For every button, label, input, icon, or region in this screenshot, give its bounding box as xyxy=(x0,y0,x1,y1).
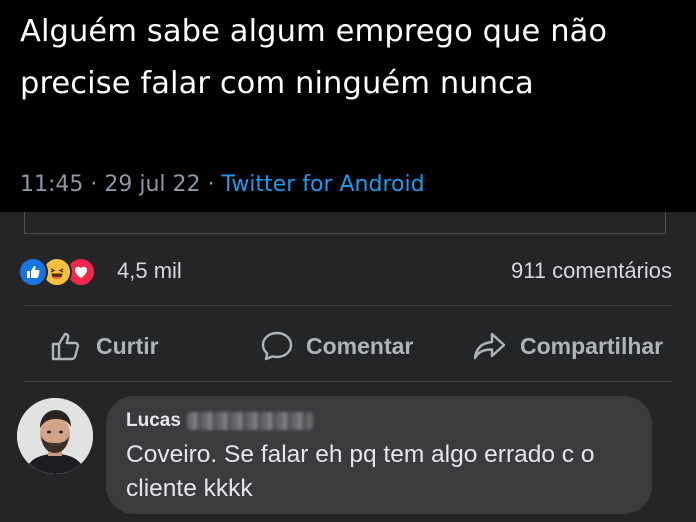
tweet-date: 29 jul 22 xyxy=(104,172,201,197)
thumbs-up-icon xyxy=(51,332,80,361)
comment-label: Comentar xyxy=(306,332,414,359)
comments-count[interactable]: 911 comentários xyxy=(511,258,672,284)
reaction-count[interactable]: 4,5 mil xyxy=(117,258,182,284)
divider xyxy=(24,381,672,382)
comment: Lucas Coveiro. Se falar eh pq tem algo e… xyxy=(0,396,696,522)
comment-text: Coveiro. Se falar eh pq tem algo errado … xyxy=(126,441,595,502)
divider xyxy=(24,305,672,306)
redacted-surname xyxy=(186,412,313,430)
commenter-first-name[interactable]: Lucas xyxy=(126,410,181,432)
share-button[interactable]: Compartilhar xyxy=(472,328,663,364)
like-icon xyxy=(18,257,48,287)
avatar[interactable] xyxy=(17,398,93,474)
meta-separator: · xyxy=(200,172,222,197)
comment-button[interactable]: Comentar xyxy=(260,328,413,364)
tweet-source[interactable]: Twitter for Android xyxy=(222,172,425,197)
like-label: Curtir xyxy=(96,332,159,359)
tweet-meta: 11:45 · 29 jul 22 · Twitter for Android xyxy=(20,172,425,197)
like-button[interactable]: Curtir xyxy=(50,328,159,364)
commenter-name[interactable]: Lucas xyxy=(126,410,632,432)
meta-separator: · xyxy=(83,172,105,197)
comment-bubble-icon xyxy=(261,331,293,361)
reactions-row: 4,5 mil 911 comentários xyxy=(0,250,696,294)
reaction-icons[interactable] xyxy=(18,257,110,287)
share-label: Compartilhar xyxy=(520,332,664,359)
tweet-time: 11:45 xyxy=(20,172,84,197)
actions-row: Curtir Comentar Compartilhar xyxy=(0,318,696,374)
share-arrow-icon xyxy=(473,332,506,360)
tweet-text: Alguém sabe algum emprego que não precis… xyxy=(20,14,608,101)
comment-bubble[interactable]: Lucas Coveiro. Se falar eh pq tem algo e… xyxy=(106,396,652,514)
tweet-embed[interactable]: Alguém sabe algum emprego que não precis… xyxy=(0,0,696,212)
embed-box-border xyxy=(24,212,666,234)
